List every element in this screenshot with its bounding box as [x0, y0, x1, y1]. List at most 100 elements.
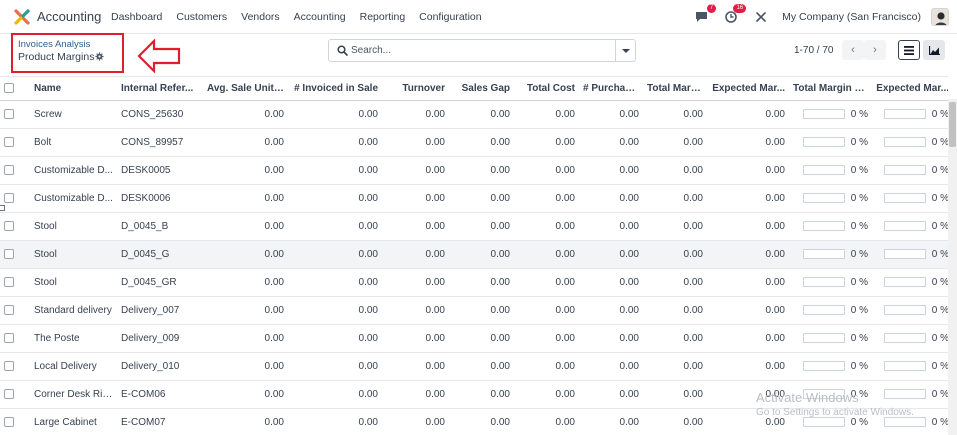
table-row[interactable]: The Poste Delivery_009 0.00 0.00 0.00 0.00 0.0… [0, 324, 948, 353]
row-select-cell [0, 380, 30, 409]
table-row[interactable]: Local Delivery Delivery_010 0.00 0.00 0.00 0.… [0, 352, 948, 381]
table-row[interactable]: Stool D_0045_B 0.00 0.00 0.00 0.00 0.00 0.00 0.0… [0, 212, 948, 241]
row-checkbox[interactable] [4, 220, 14, 231]
cell-expected-margin-rate: 0 % [872, 324, 948, 353]
cell-name: Bolt [30, 128, 117, 157]
progress-wrapper: 0 % [793, 109, 868, 120]
row-checkbox[interactable] [4, 360, 14, 371]
row-checkbox[interactable] [4, 192, 14, 203]
cell-purchased: 0.00 [579, 240, 643, 269]
menu-accounting[interactable]: Accounting [294, 11, 346, 23]
progress-wrapper: 0 % [793, 137, 868, 148]
progress-bar [802, 277, 845, 287]
row-checkbox[interactable] [4, 164, 14, 175]
odoo-logo-icon[interactable] [14, 9, 30, 25]
column-header-avg-sale-unit-price[interactable]: Avg. Sale Unit P... [203, 77, 288, 101]
cell-turnover: 0.00 [382, 268, 449, 297]
progress-bar [802, 165, 845, 175]
cell-purchased: 0.00 [579, 212, 643, 241]
cell-total-margin: 0.00 [643, 240, 707, 269]
table-row[interactable]: Customizable D... DESK0005 0.00 0.00 0.00 0.0… [0, 156, 948, 185]
pager-value[interactable]: 1-70 / 70 [794, 45, 833, 56]
menu-customers[interactable]: Customers [176, 11, 227, 23]
cell-expected-margin-rate: 0 % [872, 268, 948, 297]
column-header-total-margin[interactable]: Total Margin [643, 77, 707, 101]
select-all-checkbox[interactable] [4, 83, 14, 94]
menu-reporting[interactable]: Reporting [360, 11, 406, 23]
cell-purchased: 0.00 [579, 408, 643, 435]
cell-total-cost: 0.00 [514, 128, 579, 157]
table-row[interactable]: Customizable D... DESK0006 0.00 0.00 0.00 0.0… [0, 184, 948, 213]
app-name[interactable]: Accounting [37, 9, 101, 24]
messages-button[interactable]: 7 [692, 4, 717, 26]
column-header-invoiced-in-sale[interactable]: # Invoiced in Sale [288, 77, 382, 101]
scrollbar-thumb[interactable] [949, 102, 956, 147]
cell-sales-gap: 0.00 [449, 128, 514, 157]
table-row[interactable]: Stool D_0045_G 0.00 0.00 0.00 0.00 0.00 0.00 0.0… [0, 240, 948, 269]
menu-dashboard[interactable]: Dashboard [111, 11, 162, 23]
progress-bar [802, 305, 845, 315]
gear-icon[interactable] [95, 52, 104, 61]
row-checkbox[interactable] [4, 416, 14, 427]
pager-previous[interactable]: ‹ [842, 40, 864, 60]
table-row[interactable]: Standard delivery Delivery_007 0.00 0.00 0.0… [0, 296, 948, 325]
company-switcher[interactable]: My Company (San Francisco) [782, 11, 921, 23]
row-checkbox[interactable] [4, 136, 14, 147]
cell-total-margin-rate: 0 % [789, 268, 872, 297]
cell-total-cost: 0.00 [514, 156, 579, 185]
cell-expected-margin: 0.00 [707, 212, 789, 241]
cell-expected-margin: 0.00 [707, 240, 789, 269]
column-header-name[interactable]: Name [30, 77, 117, 101]
cell-avg-sale-unit-price: 0.00 [203, 380, 288, 409]
menu-configuration[interactable]: Configuration [419, 11, 481, 23]
row-checkbox[interactable] [4, 304, 14, 315]
column-header-purchased[interactable]: # Purchased [579, 77, 643, 101]
pager-next[interactable]: › [864, 40, 886, 60]
user-avatar-icon [932, 9, 948, 25]
progress-label: 0 % [931, 304, 948, 316]
row-checkbox[interactable] [4, 332, 14, 343]
cell-total-cost: 0.00 [514, 324, 579, 353]
cell-invoiced-in-sale: 0.00 [288, 184, 382, 213]
column-header-turnover[interactable]: Turnover [382, 77, 449, 101]
cell-purchased: 0.00 [579, 352, 643, 381]
column-header-expected-margin-rate[interactable]: Expected Mar... [872, 77, 948, 101]
table-row[interactable]: Screw CONS_25630 0.00 0.00 0.00 0.00 0.00 0.00 0… [0, 100, 948, 129]
progress-label: 0 % [931, 388, 948, 400]
watermark-subtitle: Go to Settings to activate Windows. [756, 407, 914, 418]
graph-view-button[interactable] [923, 40, 945, 60]
column-header-total-cost[interactable]: Total Cost [514, 77, 579, 101]
cell-purchased: 0.00 [579, 324, 643, 353]
cell-internal-reference: D_0045_B [117, 212, 203, 241]
column-header-expected-margin[interactable]: Expected Mar... [707, 77, 789, 101]
tools-button[interactable] [752, 8, 770, 26]
row-checkbox[interactable] [4, 388, 14, 399]
progress-label: 0 % [850, 276, 868, 288]
row-checkbox[interactable] [4, 276, 14, 287]
vertical-scrollbar[interactable] [948, 99, 957, 435]
table-row[interactable]: Bolt CONS_89957 0.00 0.00 0.00 0.00 0.00 0.00 0.… [0, 128, 948, 157]
cell-total-cost: 0.00 [514, 212, 579, 241]
red-arrow-annotation [137, 38, 181, 74]
activities-button[interactable]: 16 [722, 4, 747, 26]
column-header-total-margin-rate[interactable]: Total Margin Ra... [789, 77, 872, 101]
search-input[interactable] [351, 42, 611, 59]
progress-label: 0 % [931, 220, 948, 232]
breadcrumb-parent[interactable]: Invoices Analysis [18, 39, 90, 50]
row-checkbox[interactable] [4, 248, 14, 259]
cell-internal-reference: CONS_89957 [117, 128, 203, 157]
menu-vendors[interactable]: Vendors [241, 11, 280, 23]
page-title: Product Margins [18, 51, 95, 63]
cell-total-margin: 0.00 [643, 212, 707, 241]
table-row[interactable]: Stool D_0045_GR 0.00 0.00 0.00 0.00 0.00 0.00 0.… [0, 268, 948, 297]
progress-bar [883, 221, 926, 231]
column-header-internal-reference[interactable]: Internal Refer... [117, 77, 203, 101]
search-options-toggle[interactable] [615, 40, 635, 61]
progress-bar [883, 165, 926, 175]
row-checkbox[interactable] [4, 108, 14, 119]
list-view-button[interactable] [898, 40, 920, 60]
avatar[interactable] [931, 8, 949, 26]
progress-wrapper: 0 % [793, 305, 868, 316]
column-header-sales-gap[interactable]: Sales Gap [449, 77, 514, 101]
row-select-cell [0, 212, 30, 241]
